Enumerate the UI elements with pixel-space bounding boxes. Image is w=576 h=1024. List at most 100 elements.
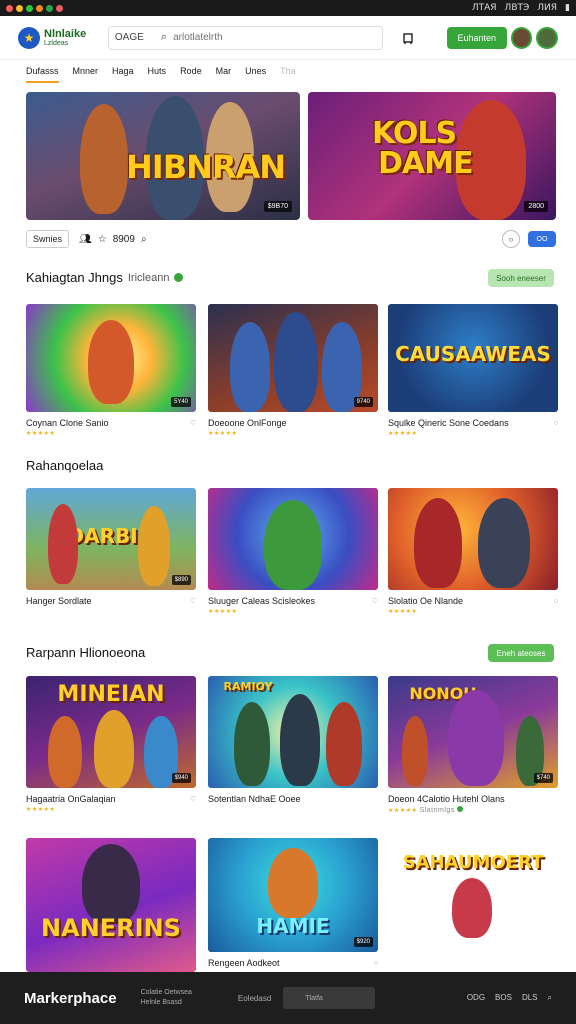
- game-thumbnail: SAHAUMOERT: [388, 838, 558, 952]
- game-title: Doeoone OnlFonge: [208, 418, 287, 428]
- window-close-dot[interactable]: [6, 4, 13, 12]
- footer-link-2[interactable]: Helnle Bsasd: [141, 999, 182, 1006]
- nav-tab-1[interactable]: Mnner: [73, 66, 99, 83]
- game-card[interactable]: CAUSAAWEAS Squlke Qineric Sone Coedans ○ …: [388, 304, 558, 437]
- tag-icon[interactable]: ☆: [98, 234, 107, 245]
- game-thumbnail: 9740: [208, 304, 378, 412]
- footer-links: Colatie Oetwsea Helnle Bsasd: [141, 988, 192, 1008]
- section-title-popular: Rahanqoelaa: [26, 458, 103, 473]
- user-avatar[interactable]: [510, 26, 533, 49]
- nav-tab-5[interactable]: Mar: [216, 66, 232, 83]
- rating-stars: ★★★★★: [208, 609, 238, 615]
- search-input[interactable]: [173, 32, 377, 43]
- section-subtitle: Iricleann: [127, 271, 170, 284]
- info-icon[interactable]: ○: [554, 598, 558, 605]
- search-scope-label[interactable]: OAGE: [115, 32, 151, 43]
- info-icon[interactable]: ○: [554, 420, 558, 427]
- view-toggle[interactable]: OO: [528, 231, 556, 247]
- wishlist-icon[interactable]: ♡: [372, 597, 378, 605]
- rating-stars: ★★★★★: [26, 431, 56, 437]
- search-icon: ⌕: [160, 31, 168, 43]
- footer-label: Eoledasd: [237, 993, 272, 1003]
- people-icon[interactable]: 👥︎: [79, 234, 92, 245]
- thumbnail-character: [414, 498, 462, 588]
- publisher-label: Slatnmlgs: [419, 807, 455, 814]
- section-title-recommended: Rarpann Hlionoeona: [26, 645, 145, 660]
- search-icon[interactable]: ⌕: [141, 234, 147, 245]
- thumbnail-title: SAHAUMOERT: [402, 852, 544, 873]
- game-card[interactable]: RAMIOY Sotentlan NdhaE Ooee: [208, 676, 378, 804]
- thumbnail-character: [280, 694, 320, 786]
- banner-title: HIBNRAN: [126, 148, 286, 186]
- wishlist-icon[interactable]: ♡: [190, 419, 196, 427]
- cart-icon[interactable]: [397, 27, 418, 49]
- logo-subtitle: Lzldeas: [44, 39, 69, 47]
- thumbnail-title: RAMIOY: [223, 680, 273, 693]
- search-bar[interactable]: OAGE ⌕: [107, 25, 384, 50]
- price-badge: $740: [533, 773, 553, 783]
- price-badge: 9740: [353, 397, 373, 407]
- see-all-button[interactable]: Eneh ateoses: [488, 644, 554, 662]
- site-logo[interactable]: ★ Nlnlaike Lzldeas: [18, 26, 98, 49]
- thumbnail-character: [82, 844, 140, 924]
- thumbnail-character: [138, 506, 170, 586]
- header-cta-button[interactable]: Euhanten: [446, 26, 507, 49]
- game-card[interactable]: NONOH $740 Doeon 4Calotio Hutehl Olans ★…: [388, 676, 558, 814]
- thumbnail-title: CAUSAAWEAS: [395, 342, 551, 366]
- wishlist-icon[interactable]: ♡: [190, 597, 196, 605]
- nav-tab-4[interactable]: Rode: [180, 66, 202, 83]
- rating-stars: ★★★★★: [26, 807, 56, 813]
- nav-tab-6[interactable]: Unes: [245, 66, 266, 83]
- banner-title-line2: DAME: [378, 146, 473, 181]
- game-title: Sotentlan NdhaE Ooee: [208, 794, 301, 804]
- footer-icon-3[interactable]: DLS: [522, 993, 538, 1003]
- game-thumbnail: CAUSAAWEAS: [388, 304, 558, 412]
- game-thumbnail: NANERINS: [26, 838, 196, 972]
- thumbnail-character: [48, 504, 78, 584]
- game-card[interactable]: Sluuger Caleas Scisleokes ♡ ★★★★★: [208, 488, 378, 615]
- game-title: Hanger Sordlate: [26, 596, 92, 606]
- sort-chip[interactable]: Swnies: [26, 230, 70, 248]
- game-thumbnail: MINEIAN $940: [26, 676, 196, 788]
- window-zoom-dot[interactable]: [26, 4, 33, 12]
- game-card[interactable]: NANERINS: [26, 838, 196, 972]
- refresh-icon[interactable]: ○: [502, 230, 520, 248]
- nav-tab-0[interactable]: Dufasss: [26, 66, 59, 83]
- footer-icons: ODG BOS DLS ⌕: [467, 993, 552, 1003]
- rating-stars: ★★★★★: [388, 609, 418, 615]
- game-card[interactable]: DARBIN $890 Hanger Sordlate ♡: [26, 488, 196, 606]
- footer-icon-2[interactable]: BOS: [495, 993, 512, 1003]
- search-icon[interactable]: ⌕: [548, 993, 552, 1003]
- secondary-avatar[interactable]: [536, 26, 559, 49]
- see-all-button[interactable]: Sooh eneeser: [488, 269, 554, 287]
- nav-tab-7[interactable]: Tha: [280, 66, 296, 83]
- game-thumbnail: RAMIOY: [208, 676, 378, 788]
- game-card[interactable]: HAMIE $920 Rengeen Aodkeot ○: [208, 838, 378, 968]
- thumbnail-character: [234, 702, 270, 786]
- window-minimize-dot[interactable]: [16, 4, 23, 12]
- nav-tab-3[interactable]: Huts: [148, 66, 167, 83]
- featured-banner-1[interactable]: HIBNRAN $9B70: [26, 92, 300, 220]
- thumbnail-character: [448, 690, 504, 786]
- wishlist-icon[interactable]: ♡: [190, 795, 196, 803]
- filter-count[interactable]: 8909: [113, 234, 135, 245]
- nav-tab-2[interactable]: Haga: [112, 66, 134, 83]
- section-title-text: Rahanqoelaa: [26, 458, 104, 473]
- game-card[interactable]: 5Y40 Coynan Clone Sanio ♡ ★★★★★: [26, 304, 196, 437]
- game-card[interactable]: Slolatio Oe Nlande ○ ★★★★★: [388, 488, 558, 615]
- game-card[interactable]: SAHAUMOERT: [388, 838, 558, 952]
- window-extra-dot-2: [46, 4, 53, 12]
- thumbnail-title: HAMIE: [256, 914, 330, 938]
- thumbnail-character: [88, 320, 134, 404]
- game-card[interactable]: 9740 Doeoone OnlFonge ★★★★★: [208, 304, 378, 437]
- featured-banner-2[interactable]: KOLS DAME 2800: [308, 92, 556, 220]
- game-title: Coynan Clone Sanio: [26, 418, 109, 428]
- footer-search-input[interactable]: Tlatfa: [283, 987, 376, 1009]
- info-icon[interactable]: ○: [374, 960, 378, 967]
- game-card[interactable]: MINEIAN $940 Hagaatria OnGalaqian ♡ ★★★★★: [26, 676, 196, 813]
- game-thumbnail: NONOH $740: [388, 676, 558, 788]
- footer-brand[interactable]: Markerphace: [24, 990, 117, 1007]
- footer-icon-1[interactable]: ODG: [467, 993, 485, 1003]
- footer-link-1[interactable]: Colatie Oetwsea: [141, 989, 192, 996]
- top-navigation-bar: ★ Nlnlaike Lzldeas OAGE ⌕ Euhanten: [0, 16, 576, 60]
